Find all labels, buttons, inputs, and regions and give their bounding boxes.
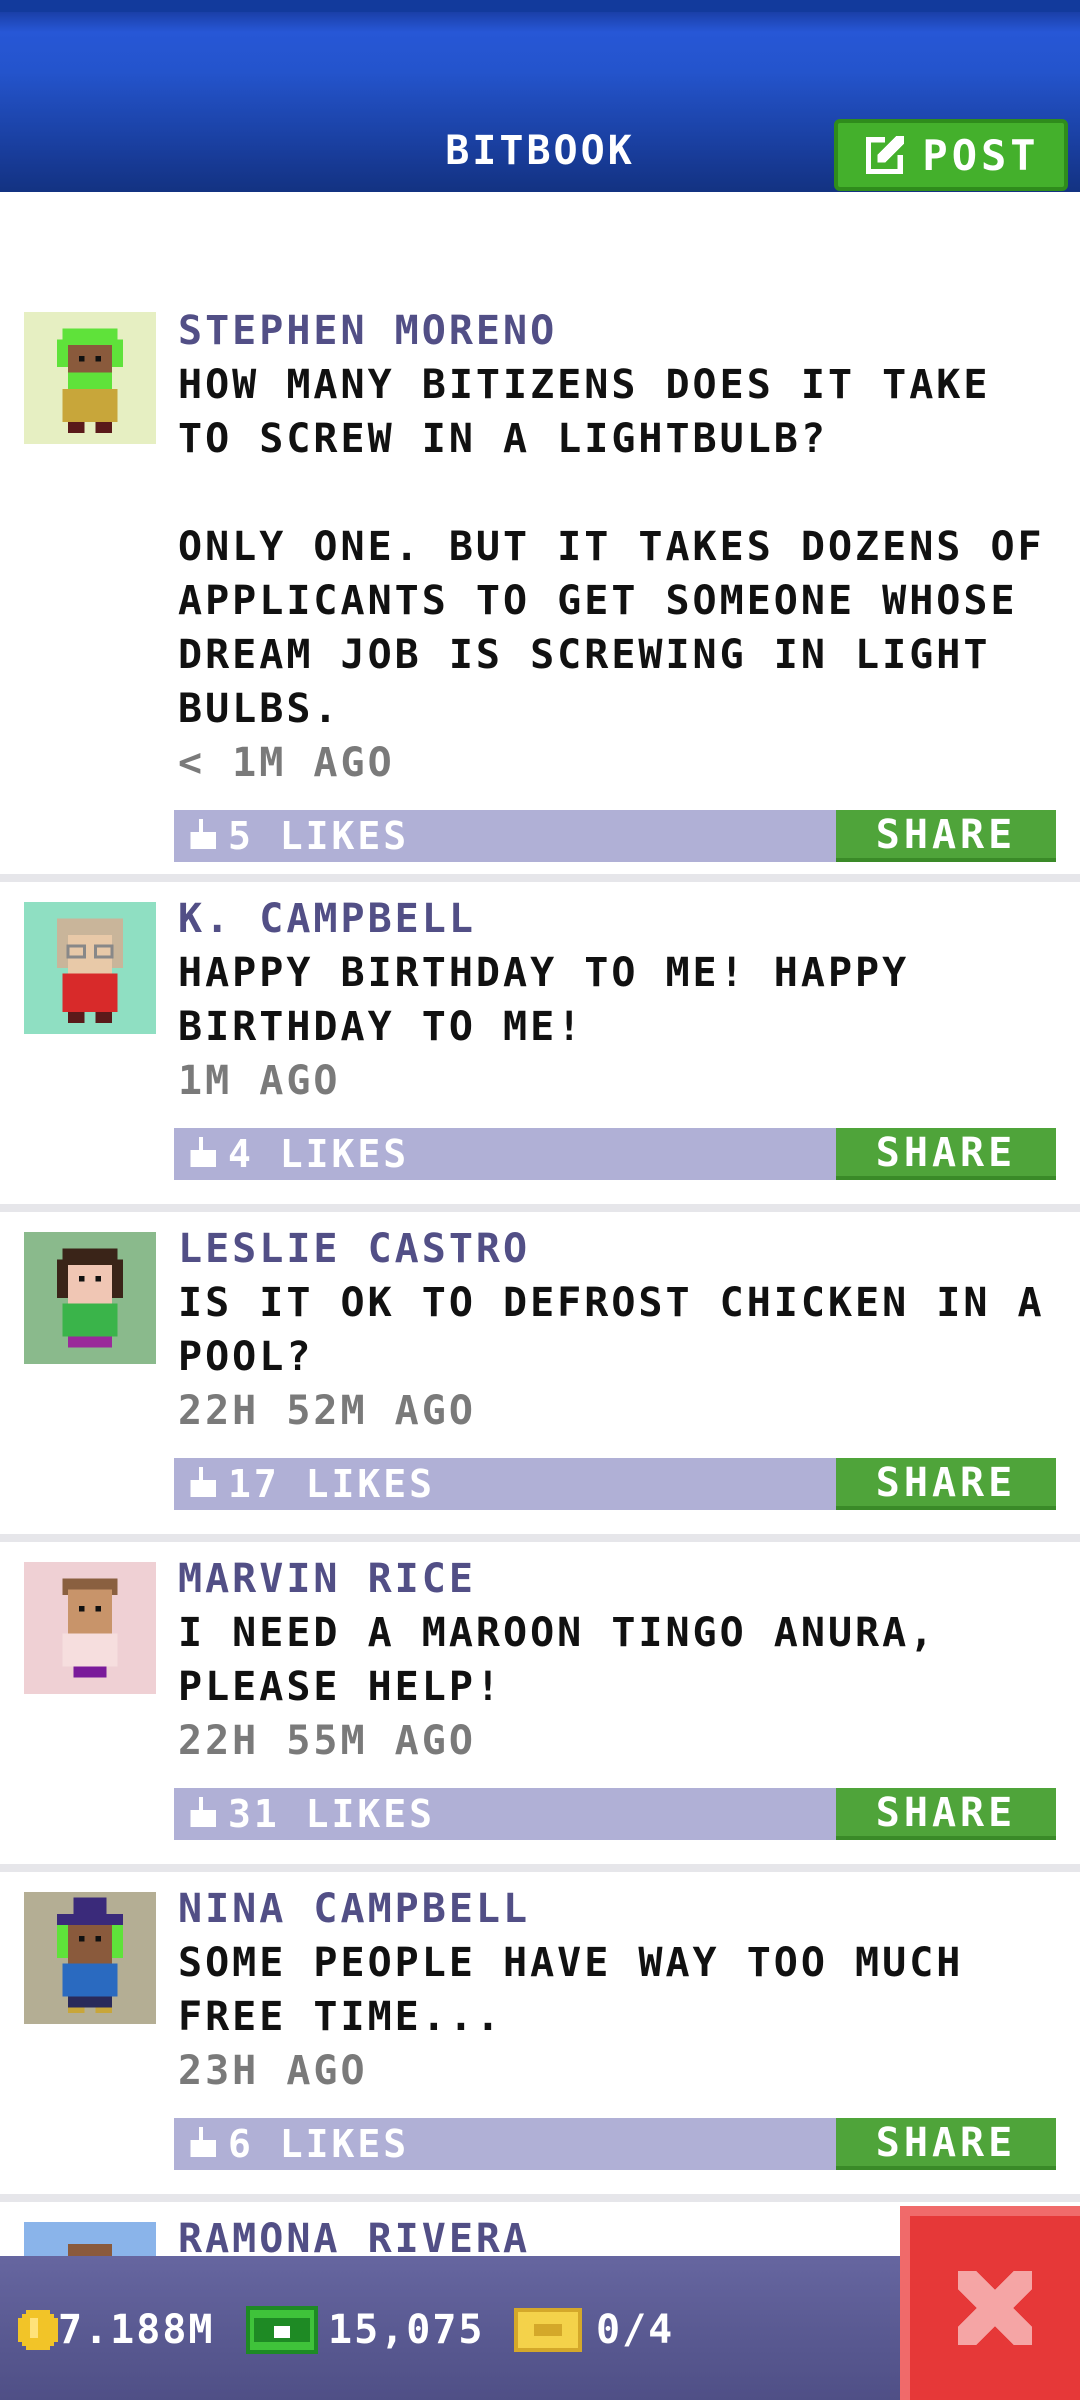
post-author[interactable]: STEPHEN MORENO [178, 304, 1060, 358]
thumbs-up-icon [190, 2127, 216, 2157]
post-timestamp: 1M AGO [178, 1058, 341, 1104]
likes-count[interactable]: 17 LIKES [186, 1458, 435, 1510]
post-timestamp: < 1M AGO [178, 740, 395, 786]
post-button[interactable]: POST [834, 119, 1068, 191]
post-timestamp: 22H 52M AGO [178, 1388, 476, 1434]
coins-stat[interactable]: 7.188M [18, 2304, 215, 2356]
likes-count[interactable]: 6 LIKES [186, 2118, 409, 2170]
avatar-stephen-moreno-icon [24, 312, 156, 444]
close-button[interactable] [900, 2206, 1080, 2400]
share-button[interactable]: SHARE [836, 810, 1056, 862]
avatar[interactable] [24, 902, 156, 1034]
feed-post: MARVIN RICE I NEED A MAROON TINGO ANURA,… [0, 1542, 1080, 1864]
bux-value: 15,075 [328, 2307, 485, 2353]
post-text: I NEED A MAROON TINGO ANURA, PLEASE HELP… [178, 1610, 964, 1710]
coins-value: 7.188M [58, 2307, 215, 2353]
post-text: HOW MANY BITIZENS DOES IT TAKE TO SCREW … [178, 362, 1045, 732]
share-button[interactable]: SHARE [836, 1788, 1056, 1840]
bux-stat[interactable]: 15,075 [246, 2304, 485, 2356]
avatar[interactable] [24, 1232, 156, 1364]
avatar[interactable] [24, 1892, 156, 2024]
avatar-leslie-castro-icon [24, 1232, 156, 1364]
feed-post: LESLIE CASTRO IS IT OK TO DEFROST CHICKE… [0, 1212, 1080, 1534]
likes-count[interactable]: 31 LIKES [186, 1788, 435, 1840]
post-content: K. CAMPBELL HAPPY BIRTHDAY TO ME! HAPPY … [178, 892, 1060, 1108]
post-content: NINA CAMPBELL SOME PEOPLE HAVE WAY TOO M… [178, 1882, 1060, 2098]
likes-label: 17 LIKES [228, 1462, 436, 1506]
post-button-label: POST [922, 130, 1040, 180]
post-divider [0, 1864, 1080, 1872]
bitbux-icon [246, 2306, 318, 2354]
post-divider [0, 1534, 1080, 1542]
ticket-icon [514, 2308, 582, 2352]
post-action-bar: 31 LIKES SHARE [174, 1788, 1056, 1840]
post-divider [0, 1204, 1080, 1212]
post-text: HAPPY BIRTHDAY TO ME! HAPPY BIRTHDAY TO … [178, 950, 937, 1050]
feed-list[interactable]: STEPHEN MORENO HOW MANY BITIZENS DOES IT… [0, 292, 1080, 2400]
post-author[interactable]: MARVIN RICE [178, 1552, 1060, 1606]
post-content: MARVIN RICE I NEED A MAROON TINGO ANURA,… [178, 1552, 1060, 1768]
post-action-bar: 5 LIKES SHARE [174, 810, 1056, 862]
compose-icon [866, 135, 905, 175]
thumbs-up-icon [190, 1467, 216, 1497]
post-timestamp: 22H 55M AGO [178, 1718, 476, 1764]
thumbs-up-icon [190, 1797, 216, 1827]
avatar[interactable] [24, 1562, 156, 1694]
thumbs-up-icon [190, 819, 216, 849]
close-icon [958, 2271, 1032, 2345]
likes-count[interactable]: 4 LIKES [186, 1128, 409, 1180]
tickets-value: 0/4 [596, 2307, 675, 2353]
post-divider [0, 2194, 1080, 2202]
post-content: LESLIE CASTRO IS IT OK TO DEFROST CHICKE… [178, 1222, 1060, 1438]
header-bar: BITBOOK POST [0, 0, 1080, 192]
post-author[interactable]: K. CAMPBELL [178, 892, 1060, 946]
avatar-k-campbell-icon [24, 902, 156, 1034]
post-action-bar: 4 LIKES SHARE [174, 1128, 1056, 1180]
feed-post: STEPHEN MORENO HOW MANY BITIZENS DOES IT… [0, 292, 1080, 874]
feed-post: K. CAMPBELL HAPPY BIRTHDAY TO ME! HAPPY … [0, 882, 1080, 1204]
avatar-marvin-rice-icon [24, 1562, 156, 1694]
likes-label: 31 LIKES [228, 1792, 436, 1836]
post-timestamp: 23H AGO [178, 2048, 368, 2094]
post-text: IS IT OK TO DEFROST CHICKEN IN A POOL? [178, 1280, 1072, 1380]
avatar[interactable] [24, 312, 156, 444]
likes-label: 5 LIKES [228, 814, 410, 858]
post-author[interactable]: LESLIE CASTRO [178, 1222, 1060, 1276]
thumbs-up-icon [190, 1137, 216, 1167]
post-action-bar: 6 LIKES SHARE [174, 2118, 1056, 2170]
coin-icon [18, 2310, 58, 2350]
share-button[interactable]: SHARE [836, 2118, 1056, 2170]
share-button[interactable]: SHARE [836, 1128, 1056, 1180]
feed-post: NINA CAMPBELL SOME PEOPLE HAVE WAY TOO M… [0, 1872, 1080, 2194]
bitbook-screen: BITBOOK POST STEPHEN MORENO HOW MANY BIT… [0, 0, 1080, 2400]
likes-label: 4 LIKES [228, 1132, 410, 1176]
post-content: STEPHEN MORENO HOW MANY BITIZENS DOES IT… [178, 304, 1060, 790]
post-action-bar: 17 LIKES SHARE [174, 1458, 1056, 1510]
post-divider [0, 874, 1080, 882]
post-text: SOME PEOPLE HAVE WAY TOO MUCH FREE TIME.… [178, 1940, 991, 2040]
tickets-stat[interactable]: 0/4 [514, 2304, 674, 2356]
share-button[interactable]: SHARE [836, 1458, 1056, 1510]
likes-label: 6 LIKES [228, 2122, 410, 2166]
post-author[interactable]: NINA CAMPBELL [178, 1882, 1060, 1936]
avatar-nina-campbell-icon [24, 1892, 156, 2024]
likes-count[interactable]: 5 LIKES [186, 810, 409, 862]
